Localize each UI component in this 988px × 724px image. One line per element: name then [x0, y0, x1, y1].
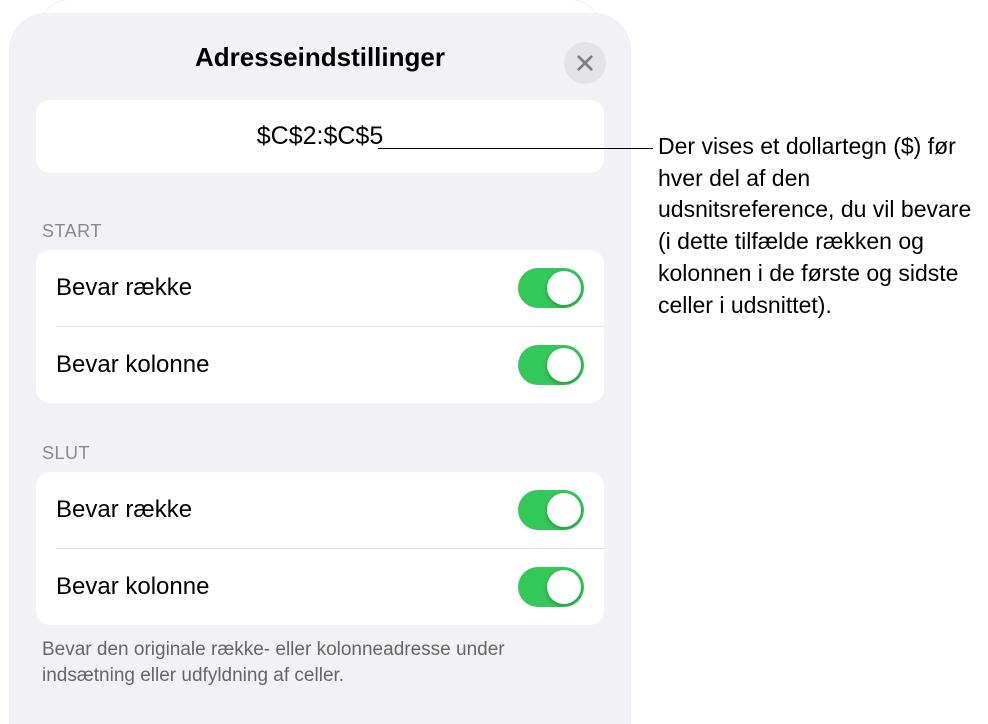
footer-note: Bevar den originale række- eller kolonne…: [36, 625, 604, 688]
callout-leader-line: [378, 148, 653, 149]
end-preserve-column-toggle[interactable]: [518, 567, 584, 607]
end-preserve-row-toggle[interactable]: [518, 490, 584, 530]
close-button[interactable]: [564, 42, 606, 84]
reference-display[interactable]: $C$2:$C$5: [36, 100, 604, 173]
start-preserve-row: Bevar række: [36, 250, 604, 326]
end-preserve-row-label: Bevar række: [56, 496, 192, 524]
start-preserve-row-label: Bevar række: [56, 274, 192, 302]
start-preserve-column: Bevar kolonne: [56, 326, 604, 403]
address-settings-sheet: Adresseindstillinger $C$2:$C$5 START Bev…: [10, 14, 630, 724]
end-group: Bevar række Bevar kolonne: [36, 472, 604, 625]
sheet-header: Adresseindstillinger: [10, 14, 630, 100]
start-preserve-column-label: Bevar kolonne: [56, 351, 209, 379]
sheet-title: Adresseindstillinger: [195, 42, 445, 73]
start-section-header: START: [36, 221, 604, 242]
start-preserve-column-toggle[interactable]: [518, 345, 584, 385]
end-preserve-column-label: Bevar kolonne: [56, 573, 209, 601]
end-section-header: SLUT: [36, 443, 604, 464]
close-icon: [576, 54, 594, 72]
start-preserve-row-toggle[interactable]: [518, 268, 584, 308]
end-preserve-row: Bevar række: [36, 472, 604, 548]
start-group: Bevar række Bevar kolonne: [36, 250, 604, 403]
end-preserve-column: Bevar kolonne: [56, 548, 604, 625]
callout-text: Der vises et dollartegn ($) før hver del…: [658, 131, 976, 321]
